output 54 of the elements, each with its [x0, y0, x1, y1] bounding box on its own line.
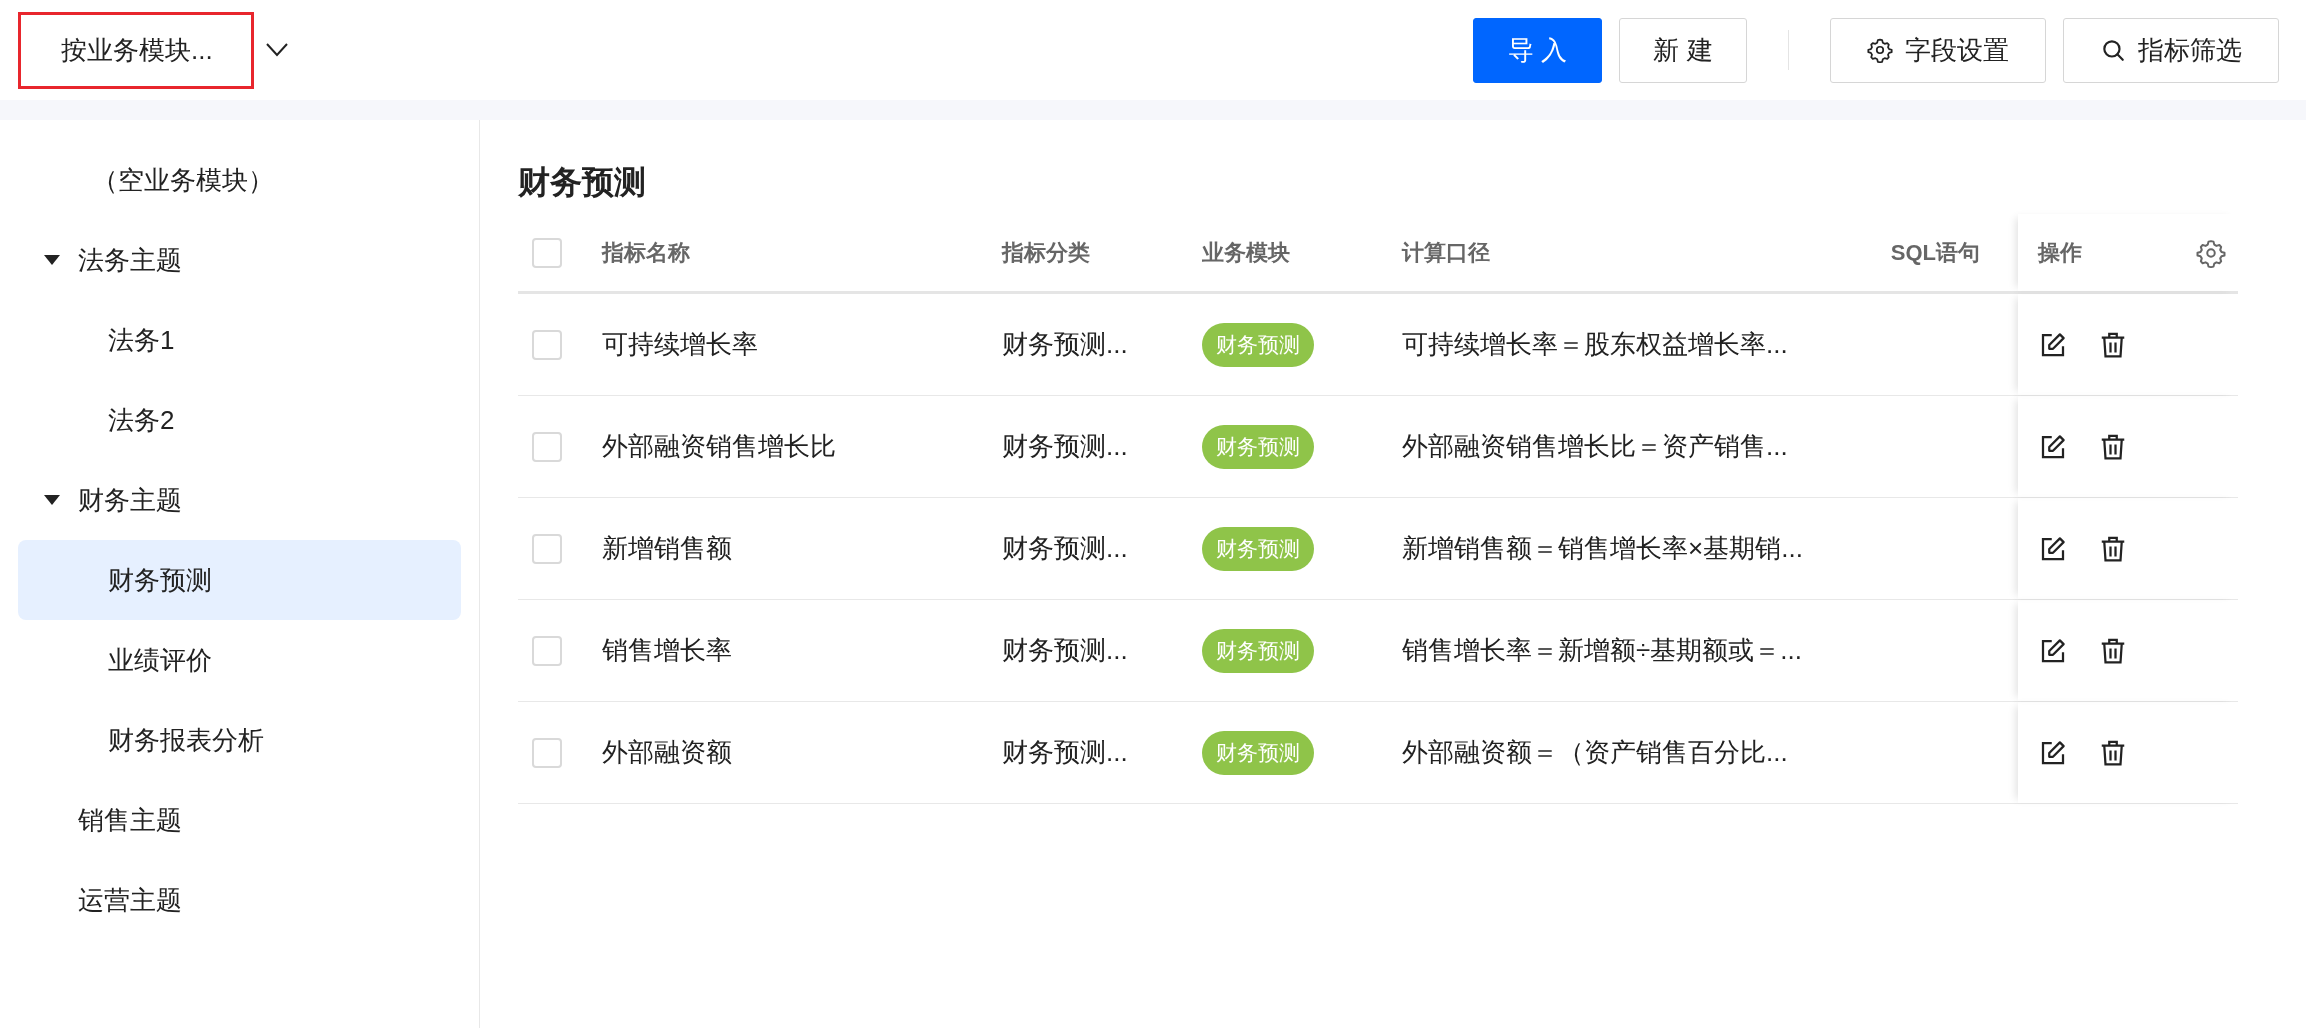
tree-item[interactable]: 法务主题: [18, 220, 461, 300]
table-cell: 外部融资额＝（资产销售百分比...: [1402, 737, 1788, 767]
checkbox[interactable]: [532, 533, 562, 564]
column-header: 指标分类: [1002, 239, 1090, 267]
module-tag: 财务预测: [1202, 730, 1314, 775]
table-cell: 销售增长率＝新增额÷基期额或＝...: [1402, 635, 1802, 665]
table-cell: 财务预测...: [1002, 431, 1128, 461]
column-header: 计算口径: [1402, 239, 1490, 267]
section-title: 财务预测: [518, 163, 646, 202]
tree-item[interactable]: 法务1: [18, 300, 461, 380]
table-cell: 财务预测...: [1002, 533, 1128, 563]
table-cell: 可持续增长率＝股东权益增长率...: [1402, 329, 1788, 359]
table-cell: 外部融资额: [602, 737, 732, 767]
table-cell: 可持续增长率: [602, 329, 758, 359]
column-header: 操作: [2038, 239, 2082, 267]
tree-item[interactable]: 销售主题: [18, 780, 461, 860]
tree-item[interactable]: 法务2: [18, 380, 461, 460]
checkbox[interactable]: [532, 737, 562, 768]
table-cell: 财务预测...: [1002, 635, 1128, 665]
chevron-down-icon[interactable]: [266, 43, 288, 57]
column-header: 业务模块: [1202, 239, 1290, 267]
checkbox[interactable]: [532, 431, 562, 462]
column-header: SQL语句: [1890, 239, 1980, 267]
table-cell: 财务预测...: [1002, 737, 1128, 767]
tree-item[interactable]: 财务报表分析: [18, 700, 461, 780]
tree-item[interactable]: 运营主题: [18, 860, 461, 940]
group-select[interactable]: 按业务模块...: [18, 11, 254, 89]
settings-icon[interactable]: [2196, 237, 2226, 268]
checkbox[interactable]: [532, 635, 562, 666]
field-settings-button[interactable]: 字段设置: [1830, 17, 2046, 83]
search-icon: [2100, 37, 2126, 63]
caret-down-icon[interactable]: [44, 495, 60, 505]
table-cell: 外部融资销售增长比＝资产销售...: [1402, 431, 1788, 461]
module-tag: 财务预测: [1202, 628, 1314, 673]
table-cell: 外部融资销售增长比: [602, 431, 836, 461]
caret-down-icon[interactable]: [44, 255, 60, 265]
checkbox[interactable]: [532, 329, 562, 360]
tree-item[interactable]: （空业务模块）: [18, 140, 461, 220]
table-cell: 新增销售额＝销售增长率×基期销...: [1402, 533, 1803, 563]
filter-button[interactable]: 指标筛选: [2063, 17, 2279, 83]
module-tag: 财务预测: [1202, 322, 1314, 367]
tree-item[interactable]: 财务主题: [18, 460, 461, 540]
tree-item[interactable]: 业绩评价: [18, 620, 461, 700]
tree-item[interactable]: 财务预测: [18, 540, 461, 620]
import-button[interactable]: 导 入: [1473, 17, 1602, 83]
new-button[interactable]: 新 建: [1619, 17, 1747, 83]
module-tag: 财务预测: [1202, 424, 1314, 469]
module-tag: 财务预测: [1202, 526, 1314, 571]
table-cell: 新增销售额: [602, 533, 732, 563]
table-cell: 销售增长率: [602, 635, 732, 665]
table-cell: 财务预测...: [1002, 329, 1128, 359]
checkbox[interactable]: [532, 237, 562, 268]
settings-icon: [1867, 37, 1893, 63]
column-header: 指标名称: [602, 239, 690, 267]
